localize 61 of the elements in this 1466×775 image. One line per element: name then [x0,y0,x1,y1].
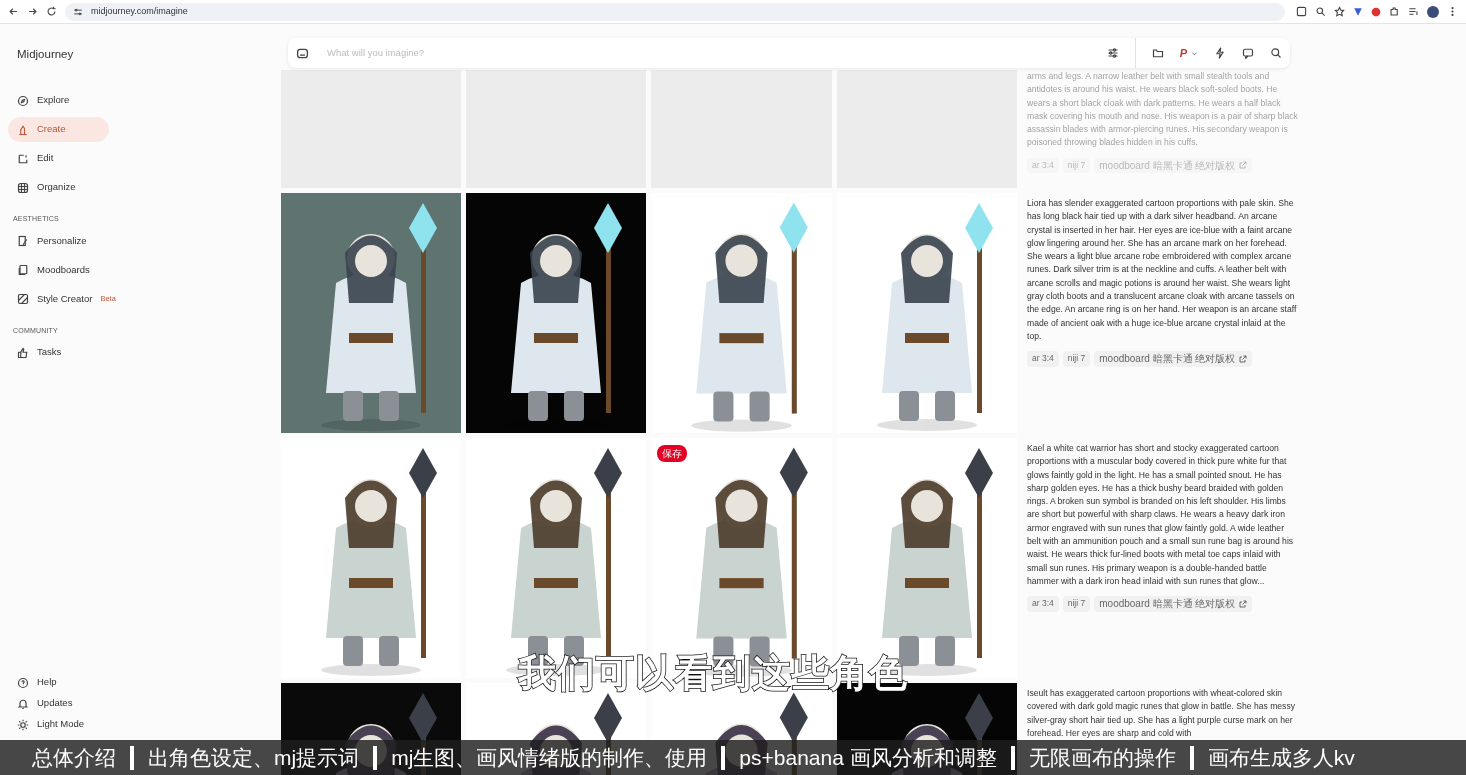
prompt-field[interactable]: What will you imagine? [325,44,1091,62]
nav-item[interactable]: Tasks [8,340,109,365]
chapter-title: 总体介绍 [32,744,116,771]
prompt-text: Iseult has exaggerated cartoon proportions with wheat-colored skin covered with dark gold magic runes that glow in battle. She has messy silver-gray short hair tied up. She has a light purple curse mark on her forehead. Her eyes are sharp and cold with [1027,687,1296,740]
brand-name: Midjourney [17,48,74,60]
thumbs-up-icon [17,346,29,359]
parameter-tag[interactable]: niji 7 [1062,596,1091,612]
extension-icon[interactable] [1371,6,1381,17]
parameter-tag[interactable]: niji 7 [1062,351,1091,367]
nav-item[interactable]: Explore [8,88,109,113]
parameter-tag[interactable]: ar 3:4 [1027,351,1059,367]
chapter-title: ps+banana 画风分析和调整 [739,744,997,771]
external-link-icon [1239,161,1248,170]
external-link-icon [1239,599,1248,608]
star-icon[interactable] [1334,6,1345,17]
extension-icon[interactable] [1353,6,1363,17]
bell-icon [17,697,29,710]
site-info-icon[interactable] [73,6,83,17]
media-icon[interactable] [1408,6,1419,17]
avatar-icon[interactable] [1427,5,1439,18]
bolt-icon[interactable] [1214,47,1226,59]
chapter-title: mj生图、画风情绪版的制作、使用 [391,744,708,771]
caret-icon [1191,49,1198,57]
url-text[interactable]: midjourney.com/imagine [91,4,188,19]
nav-item[interactable]: Create [8,117,109,142]
prompt-text: Liora has slender exaggerated cartoon proportions with pale skin. She has long black hair tied up with a dark silver headband. An arcane crystal is inserted in her hair. Her eyes are ice-blue with a faint arcane glow lingering around her. She has an arcane mark on her forehead. She wears a light blue arcane robe embroidered with complex arcane runes. Dark silver trim is at the neckline and cuffs. A leather belt with arcane scrolls and magic potions is around her waist. She wears light gray cloth boots and a translucent arcane cloak with arcane tassels on the edge. An arcane ring is on her hand. Her weapon is an arcane staff made of ancient oak with a huge ice-blue arcane crystal inlaid at the top. [1027,197,1298,343]
moodboard-tag[interactable]: moodboard 暗黑卡通 绝对版权 [1094,596,1253,612]
image-prompt-icon[interactable] [296,46,309,60]
nav-item[interactable]: Moodboards [8,257,109,283]
edit-icon [17,152,29,165]
compass-icon [17,94,29,107]
footer-link[interactable]: Help [8,672,109,693]
forward-icon[interactable] [27,6,38,17]
footer-link[interactable]: Light Mode [8,714,109,735]
pattern-icon [17,293,29,305]
folder-icon[interactable] [1151,47,1164,59]
cards-icon [17,264,29,276]
chapter-title: 出角色设定、mj提示词 [148,744,360,771]
search-icon[interactable] [1270,47,1282,59]
footer-link[interactable]: Updates [8,693,109,714]
prompt-text: Kael a white cat warrior has short and stocky exaggerated cartoon proportions with a muscular body covered in thick pure white fur that glows faintly gold in the light. He has a small pointed snout. He has sharp golden eyes. He has a thick bushy beard braided with golden rings. A broken sun symbol is branded on his left shoulder. His limbs are short but powerful with sharp claws. He wears a heavy dark iron armor engraved with sun runes that glow faintly gold. A wide leather belt with an ammunition pouch and a small sun rune bag is around his waist. He wears thick fur-lined boots with metal toe caps inlaid with small sun runes. His primary weapon is a double-handed battle hammer with a dark iron head inlaid with sun runes that glow... [1027,442,1295,588]
save-button[interactable]: 保存 [657,445,687,462]
zoom-icon[interactable] [1315,6,1326,17]
sliders-icon[interactable] [1106,47,1119,59]
puzzle-icon[interactable] [1389,6,1400,17]
chapter-title: 画布生成多人kv [1207,744,1355,771]
help-icon [17,676,29,689]
portrait-icon [17,235,29,247]
reload-icon[interactable] [46,6,57,17]
chapter-title: 无限画布的操作 [1028,744,1176,771]
parameter-tag[interactable]: ar 3:4 [1027,596,1059,612]
nav-item[interactable]: Personalize [8,228,109,254]
external-link-icon [1239,354,1248,363]
back-icon[interactable] [8,6,19,17]
moodboard-tag[interactable]: moodboard 暗黑卡通 绝对版权 [1094,351,1253,367]
nav-item[interactable]: Edit [8,146,109,171]
grid-icon [17,181,29,194]
profile-button[interactable]: P [1179,44,1198,62]
nav-item[interactable]: Organize [8,175,109,200]
sun-icon [17,718,29,731]
chat-icon[interactable] [1242,47,1254,59]
